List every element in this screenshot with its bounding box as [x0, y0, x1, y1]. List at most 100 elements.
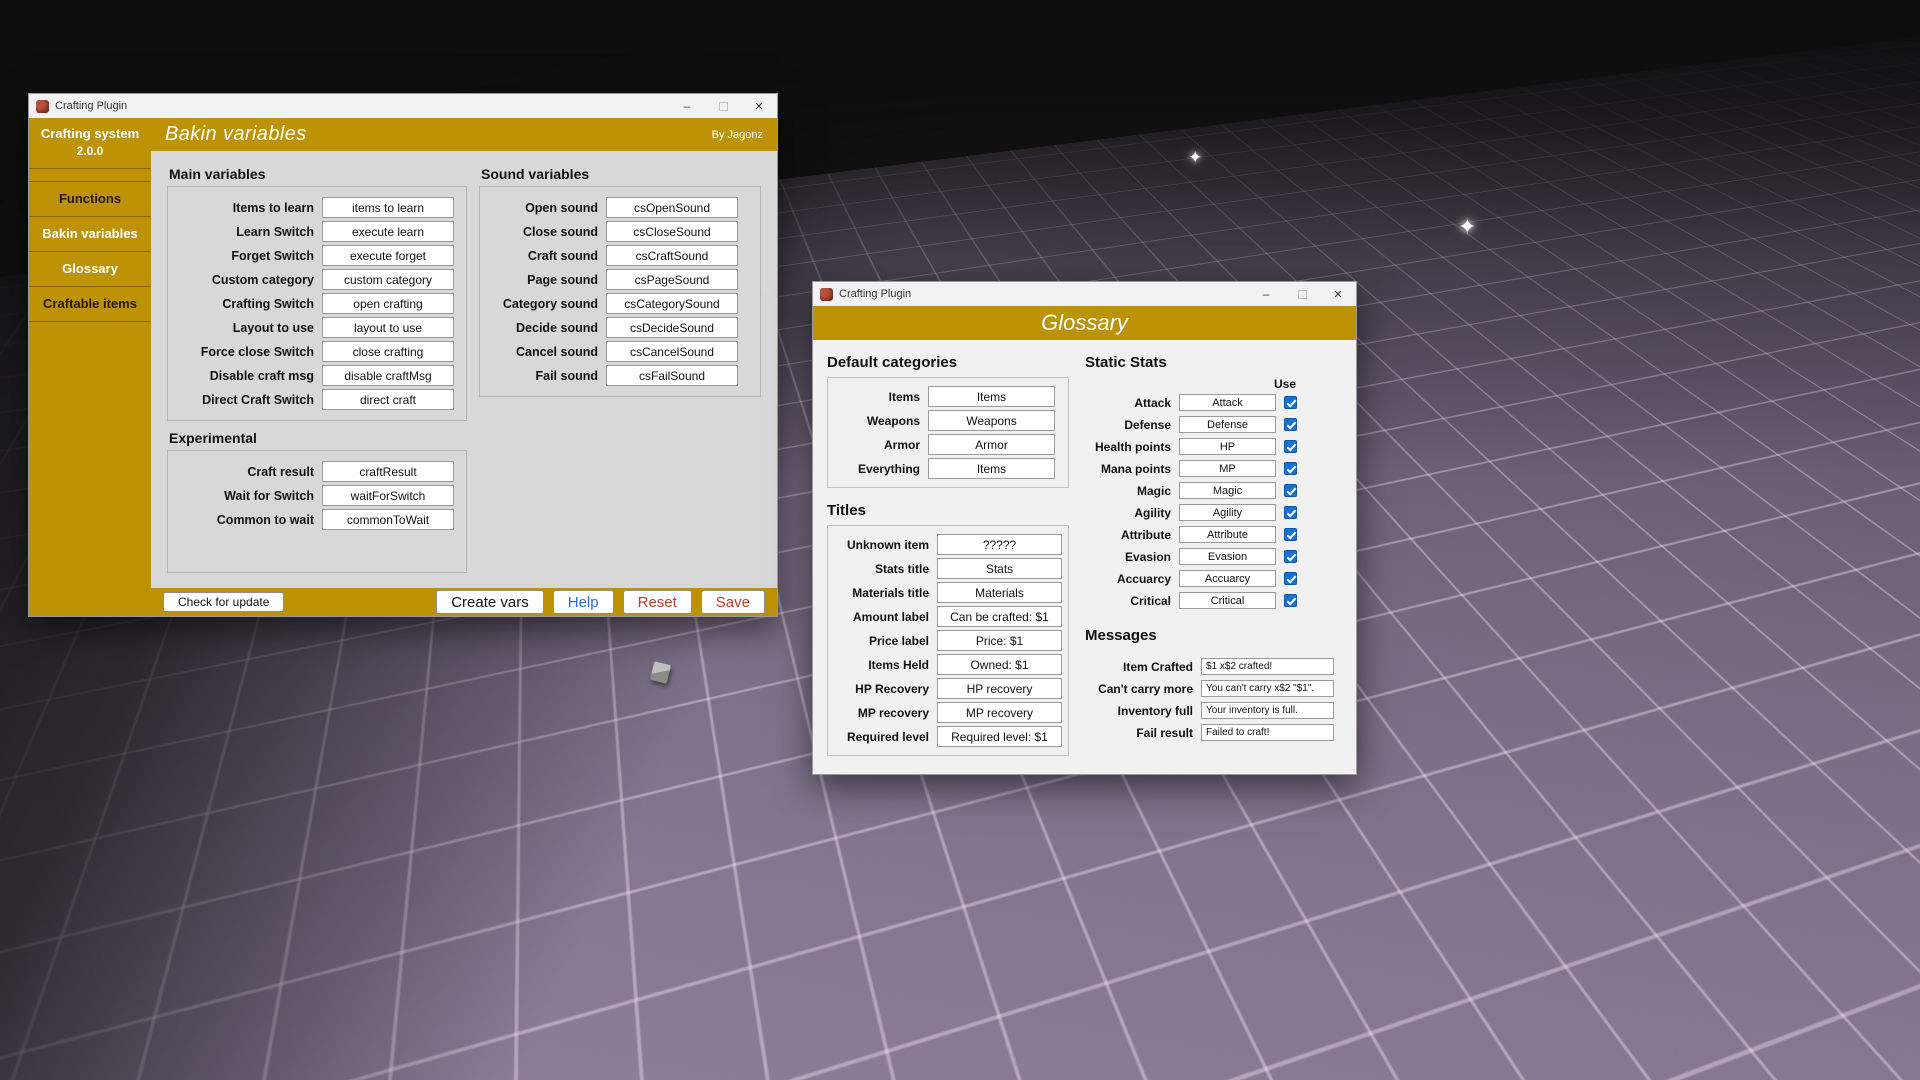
title-label: MP recovery [834, 706, 929, 720]
stat-input[interactable]: Evasion [1179, 548, 1276, 565]
variable-label: Custom category [176, 273, 314, 287]
minimize-button[interactable]: – [1248, 282, 1284, 306]
stat-input[interactable]: Accuarcy [1179, 570, 1276, 587]
variable-input[interactable]: execute learn [322, 221, 454, 242]
use-checkbox[interactable] [1284, 396, 1297, 409]
stat-input[interactable]: HP [1179, 438, 1276, 455]
titlebar[interactable]: Crafting Plugin – ✕ [813, 282, 1356, 306]
stat-input[interactable]: MP [1179, 460, 1276, 477]
group-messages: Messages Item Crafted $1 x$2 crafted! Ca… [1085, 627, 1342, 741]
help-button[interactable]: Help [553, 590, 614, 614]
group-sound-variables: Sound variables Open sound csOpenSound [479, 166, 761, 397]
window-title: Crafting Plugin [839, 288, 911, 300]
sidebar-item[interactable]: Bakin variables [29, 217, 151, 252]
variable-input[interactable]: commonToWait [322, 509, 454, 530]
use-checkbox[interactable] [1284, 594, 1297, 607]
use-column-header: Use [1085, 377, 1297, 391]
plugin-icon [36, 100, 49, 113]
maximize-button[interactable] [705, 94, 741, 118]
title-input[interactable]: Owned: $1 [937, 654, 1062, 675]
variable-row: Layout to use layout to use [176, 317, 458, 338]
use-checkbox[interactable] [1284, 572, 1297, 585]
close-button[interactable]: ✕ [1320, 282, 1356, 306]
title-input[interactable]: Can be crafted: $1 [937, 606, 1062, 627]
variable-input[interactable]: waitForSwitch [322, 485, 454, 506]
variable-input[interactable]: execute forget [322, 245, 454, 266]
sidebar-item[interactable]: Craftable items [29, 287, 151, 322]
use-checkbox[interactable] [1284, 462, 1297, 475]
page-header: Glossary [813, 306, 1356, 340]
use-checkbox[interactable] [1284, 440, 1297, 453]
variable-input[interactable]: csOpenSound [606, 197, 738, 218]
title-row: Items Held Owned: $1 [834, 654, 1062, 675]
variable-input[interactable]: csDecideSound [606, 317, 738, 338]
title-input[interactable]: Price: $1 [937, 630, 1062, 651]
stat-input[interactable]: Critical [1179, 592, 1276, 609]
window-controls: – ✕ [1248, 282, 1356, 306]
sidebar-item[interactable]: Functions [29, 182, 151, 217]
variable-input[interactable]: direct craft [322, 389, 454, 410]
use-checkbox[interactable] [1284, 484, 1297, 497]
title-input[interactable]: Stats [937, 558, 1062, 579]
variable-input[interactable]: csCategorySound [606, 293, 738, 314]
title-label: Amount label [834, 610, 929, 624]
variable-input[interactable]: disable craftMsg [322, 365, 454, 386]
title-input[interactable]: MP recovery [937, 702, 1062, 723]
message-input[interactable]: $1 x$2 crafted! [1201, 658, 1334, 675]
stat-input[interactable]: Attack [1179, 394, 1276, 411]
variable-input[interactable]: close crafting [322, 341, 454, 362]
group-title: Titles [827, 502, 1069, 519]
stat-input[interactable]: Agility [1179, 504, 1276, 521]
variable-label: Force close Switch [176, 345, 314, 359]
variable-input[interactable]: craftResult [322, 461, 454, 482]
variable-input[interactable]: layout to use [322, 317, 454, 338]
group-experimental: Experimental Craft result craftResult W [167, 430, 467, 573]
check-update-button[interactable]: Check for update [163, 592, 284, 612]
stat-input[interactable]: Defense [1179, 416, 1276, 433]
variable-label: Open sound [488, 201, 598, 215]
variable-label: Page sound [488, 273, 598, 287]
category-input[interactable]: Items [928, 386, 1055, 407]
maximize-button[interactable] [1284, 282, 1320, 306]
save-button[interactable]: Save [701, 590, 765, 614]
use-checkbox[interactable] [1284, 506, 1297, 519]
variable-input[interactable]: csCloseSound [606, 221, 738, 242]
variable-input[interactable]: items to learn [322, 197, 454, 218]
title-input[interactable]: HP recovery [937, 678, 1062, 699]
variable-input[interactable]: open crafting [322, 293, 454, 314]
message-input[interactable]: Your inventory is full. [1201, 702, 1334, 719]
titlebar[interactable]: Crafting Plugin – ✕ [29, 94, 777, 118]
title-label: Unknown item [834, 538, 929, 552]
variable-row: Force close Switch close crafting [176, 341, 458, 362]
title-input[interactable]: Required level: $1 [937, 726, 1062, 747]
stat-input[interactable]: Attribute [1179, 526, 1276, 543]
variable-row: Craft result craftResult [176, 461, 458, 482]
title-input[interactable]: ????? [937, 534, 1062, 555]
variable-input[interactable]: csPageSound [606, 269, 738, 290]
variable-input[interactable]: custom category [322, 269, 454, 290]
variable-input[interactable]: csFailSound [606, 365, 738, 386]
reset-button[interactable]: Reset [623, 590, 692, 614]
create-vars-button[interactable]: Create vars [436, 590, 544, 614]
variable-input[interactable]: csCraftSound [606, 245, 738, 266]
message-row: Fail result Failed to craft! [1085, 724, 1342, 741]
sidebar-item-label: Glossary [62, 261, 118, 276]
variable-row: Crafting Switch open crafting [176, 293, 458, 314]
message-input[interactable]: You can't carry x$2 "$1". [1201, 680, 1334, 697]
use-checkbox[interactable] [1284, 528, 1297, 541]
message-input[interactable]: Failed to craft! [1201, 724, 1334, 741]
use-checkbox[interactable] [1284, 418, 1297, 431]
sidebar-item[interactable]: Glossary [29, 252, 151, 287]
variable-label: Forget Switch [176, 249, 314, 263]
sparkle-icon: ✦ [1188, 148, 1202, 168]
app-version: 2.0.0 [33, 143, 147, 159]
variable-input[interactable]: csCancelSound [606, 341, 738, 362]
stat-input[interactable]: Magic [1179, 482, 1276, 499]
category-input[interactable]: Items [928, 458, 1055, 479]
category-input[interactable]: Weapons [928, 410, 1055, 431]
category-input[interactable]: Armor [928, 434, 1055, 455]
use-checkbox[interactable] [1284, 550, 1297, 563]
close-button[interactable]: ✕ [741, 94, 777, 118]
minimize-button[interactable]: – [669, 94, 705, 118]
title-input[interactable]: Materials [937, 582, 1062, 603]
